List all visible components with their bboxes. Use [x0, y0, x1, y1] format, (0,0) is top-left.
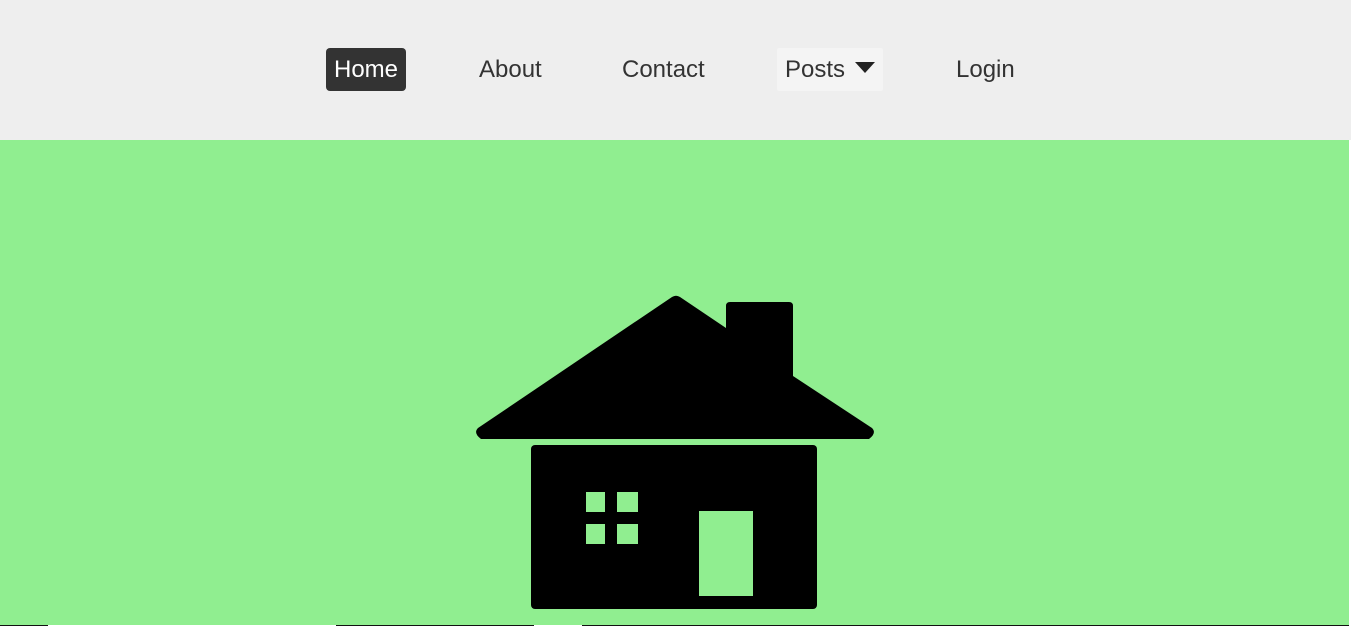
nav-about-link[interactable]: About — [471, 48, 550, 91]
caret-down-icon — [855, 62, 876, 73]
house-icon — [476, 295, 874, 609]
nav-home-link[interactable]: Home — [326, 48, 407, 91]
nav-contact-link[interactable]: Contact — [614, 48, 713, 91]
nav-posts-label: Posts — [785, 56, 846, 83]
nav-posts-dropdown[interactable]: Posts — [777, 48, 883, 91]
navbar: Home About Contact Posts Login — [0, 0, 1351, 140]
nav-posts-trigger[interactable]: Posts — [777, 48, 883, 91]
nav-login-link[interactable]: Login — [948, 48, 1023, 91]
